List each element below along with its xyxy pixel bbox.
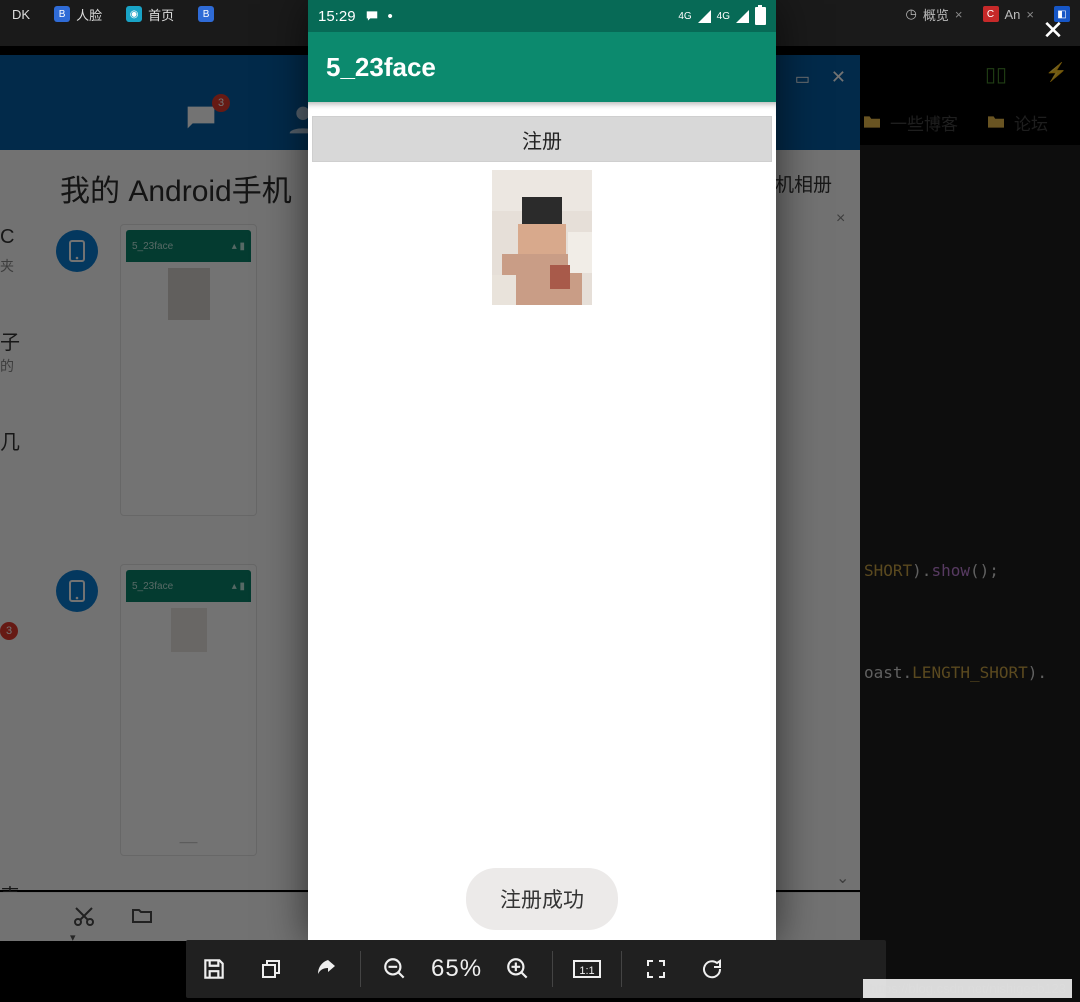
bookmark-label: 首页 <box>148 5 174 24</box>
zoom-out-button[interactable] <box>367 940 423 998</box>
share-button[interactable] <box>298 940 354 998</box>
chat-icon: ◉ <box>126 6 142 22</box>
phone-screenshot: 15:29 • 4G 4G 5_23face 注册 <box>308 0 776 940</box>
toast: 注册成功 <box>466 868 618 930</box>
app-bar: 5_23face <box>308 32 776 102</box>
tab-label: 概览 <box>923 5 949 24</box>
app-c-icon: C <box>983 6 999 22</box>
toast-text: 注册成功 <box>500 889 584 912</box>
svg-text:1:1: 1:1 <box>579 965 594 977</box>
baidu-icon: B <box>54 6 70 22</box>
watermark: https://blog.csdn.net/nishigesb123 <box>863 979 1072 998</box>
app-title: 5_23face <box>326 52 436 83</box>
signal-icon <box>698 10 711 23</box>
copy-button[interactable] <box>242 940 298 998</box>
close-icon: ✕ <box>1042 15 1064 46</box>
bookmark-label: DK <box>12 7 30 22</box>
tab-label: An <box>1005 7 1021 22</box>
bookmark-item[interactable]: DK <box>0 0 42 28</box>
save-button[interactable] <box>186 940 242 998</box>
battery-icon <box>755 7 766 25</box>
clock-icon: ◷ <box>906 6 917 22</box>
rotate-button[interactable] <box>684 940 740 998</box>
bookmark-item[interactable]: B 人脸 <box>42 0 114 28</box>
signal-icon <box>736 10 749 23</box>
tab-item[interactable]: ◷ 概览 × <box>896 0 973 28</box>
net-4g-label: 4G <box>717 11 730 22</box>
bookmark-label: 人脸 <box>76 5 102 24</box>
status-time: 15:29 <box>318 8 356 25</box>
bookmark-item[interactable]: ◉ 首页 <box>114 0 186 28</box>
zoom-percent: 65% <box>423 955 490 983</box>
tab-close-icon[interactable]: × <box>955 7 963 22</box>
bookmark-item[interactable]: B <box>186 0 226 28</box>
message-icon <box>364 9 380 23</box>
net-4g-label: 4G <box>678 11 691 22</box>
baidu-icon: B <box>198 6 214 22</box>
lightbox-close-button[interactable]: ✕ <box>1028 6 1078 54</box>
register-label: 注册 <box>522 125 562 154</box>
face-photo <box>492 170 592 305</box>
zoom-in-button[interactable] <box>490 940 546 998</box>
actual-size-button[interactable]: 1:1 <box>559 940 615 998</box>
dot-icon: • <box>388 8 393 25</box>
status-bar: 15:29 • 4G 4G <box>308 0 776 32</box>
register-button[interactable]: 注册 <box>312 116 772 162</box>
fullscreen-button[interactable] <box>628 940 684 998</box>
viewer-toolbar: 65% 1:1 <box>186 940 886 998</box>
